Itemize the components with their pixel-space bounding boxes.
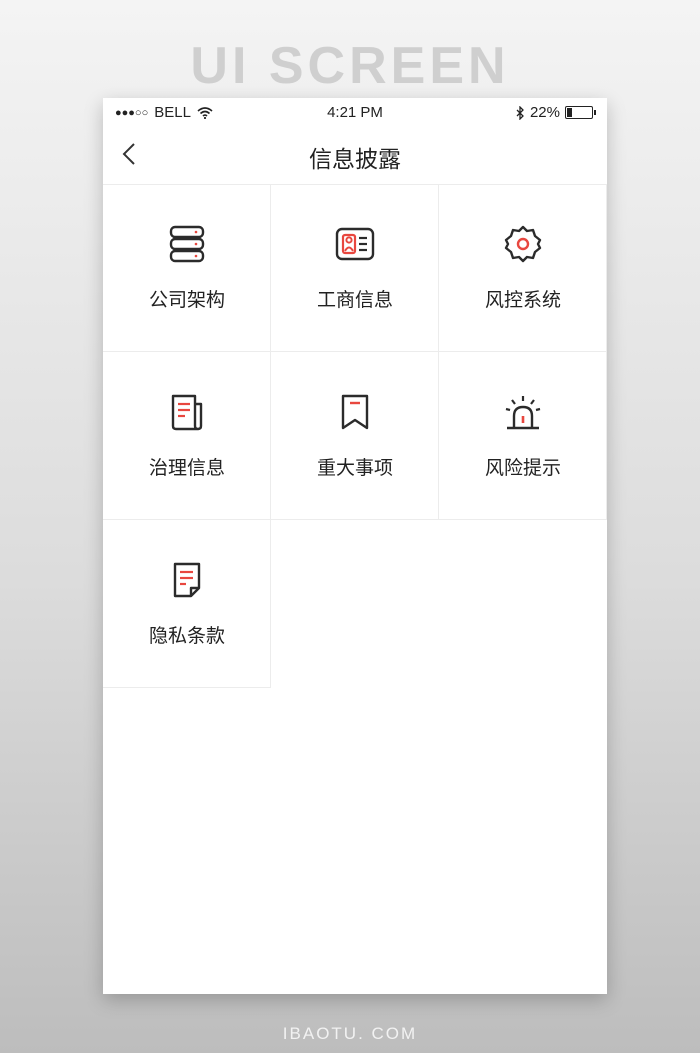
footer-watermark: IBAOTU. COM <box>282 1024 418 1043</box>
grid-item-major-events[interactable]: 重大事项 <box>271 352 439 520</box>
grid-item-privacy-terms[interactable]: 隐私条款 <box>103 520 271 688</box>
navigation-bar: 信息披露 <box>103 126 607 184</box>
phone-screen: ●●●○○ BELL 4:21 PM 22% 信息披露 公司架构 工商信息 风控… <box>103 98 607 994</box>
server-stack-icon <box>169 225 205 263</box>
banner-title: UI SCREEN <box>190 37 510 95</box>
grid-item-label: 治理信息 <box>148 457 225 479</box>
battery-percent: 22% <box>529 104 560 121</box>
grid-item-label: 风控系统 <box>484 289 561 311</box>
grid-item-label: 隐私条款 <box>148 625 225 647</box>
grid-item-label: 重大事项 <box>316 457 393 479</box>
grid-item-label: 公司架构 <box>148 289 225 311</box>
bluetooth-icon <box>516 105 524 120</box>
id-card-icon <box>335 227 375 261</box>
grid-item-risk-control[interactable]: 风控系统 <box>439 184 607 352</box>
battery-icon <box>565 106 596 119</box>
grid-item-label: 风险提示 <box>484 457 561 479</box>
grid-item-governance-info[interactable]: 治理信息 <box>103 352 271 520</box>
grid-item-label: 工商信息 <box>316 289 393 311</box>
grid-item-risk-warning[interactable]: 风险提示 <box>439 352 607 520</box>
document-icon <box>173 562 201 598</box>
bookmark-icon <box>341 394 369 430</box>
newspaper-icon <box>171 394 203 431</box>
page-title: 信息披露 <box>309 147 401 173</box>
grid-item-company-structure[interactable]: 公司架构 <box>103 184 271 352</box>
grid-item-business-info[interactable]: 工商信息 <box>271 184 439 352</box>
status-bar: ●●●○○ BELL 4:21 PM 22% <box>103 98 607 126</box>
alarm-light-icon <box>505 396 541 430</box>
gear-icon <box>504 225 542 263</box>
